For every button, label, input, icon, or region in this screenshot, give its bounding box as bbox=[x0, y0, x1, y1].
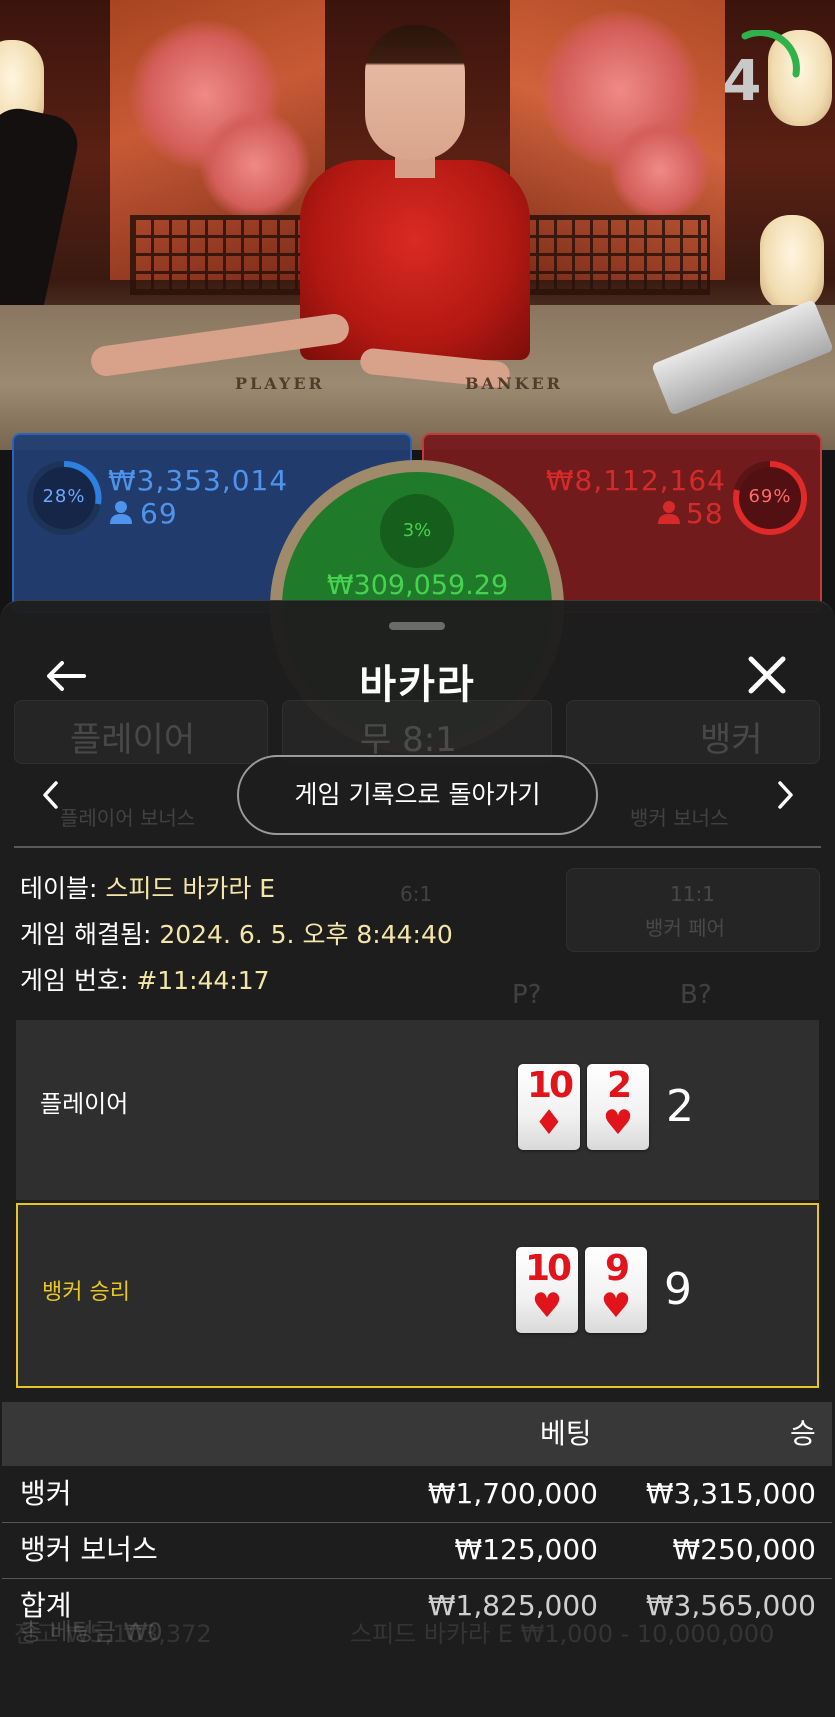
sheet-grabber[interactable] bbox=[389, 622, 445, 630]
player-percent: 28% bbox=[42, 486, 86, 507]
row-bet-amount: ₩1,700,000 bbox=[427, 1477, 598, 1510]
ghost-player: 플레이어 bbox=[70, 720, 196, 760]
info-resolved: 게임 해결됨: 2024. 6. 5. 오후 8:44:40 bbox=[20, 922, 453, 947]
row-win-amount: ₩250,000 bbox=[672, 1533, 816, 1566]
banker-score: 9 bbox=[664, 1264, 692, 1315]
banker-result-row bbox=[16, 1203, 819, 1388]
player-result-row bbox=[16, 1020, 819, 1200]
divider bbox=[14, 846, 821, 848]
player-score: 2 bbox=[666, 1081, 694, 1132]
table-label-banker: BANKER bbox=[465, 374, 563, 393]
tie-bet-amount: ₩309,059.29 bbox=[326, 570, 509, 601]
ghost-p-button: P? bbox=[512, 980, 542, 1010]
bets-table-header bbox=[2, 1402, 832, 1466]
header-win: 승 bbox=[790, 1417, 816, 1450]
ghost-game-limits: 스피드 바카라 E ₩1,000 - 10,000,000 bbox=[350, 1620, 775, 1648]
player-card-1: 10 ♦ bbox=[518, 1064, 580, 1150]
ghost-banker-pair-odds: 11:1 bbox=[670, 882, 715, 906]
info-game-number: 게임 번호: #11:44:17 bbox=[20, 968, 270, 993]
sheet-title: 바카라 bbox=[359, 662, 476, 708]
banker-percent: 69% bbox=[748, 486, 792, 507]
ghost-tie: 무 8:1 bbox=[360, 720, 457, 760]
ghost-balance: 잔고 ₩5,103,372 bbox=[14, 1620, 212, 1648]
player-user-icon bbox=[110, 500, 132, 524]
row-bet-name: 뱅커 보너스 bbox=[20, 1533, 158, 1566]
banker-user-icon bbox=[658, 500, 680, 524]
player-card-2: 2 ♥ bbox=[587, 1064, 649, 1150]
countdown-number: 4 bbox=[722, 49, 762, 114]
info-number-label: 게임 번호: bbox=[20, 966, 129, 995]
header-bet: 베팅 bbox=[540, 1417, 592, 1450]
ghost-banker-bonus: 뱅커 보너스 bbox=[630, 806, 729, 830]
row-bet-name: 뱅커 bbox=[20, 1477, 72, 1510]
info-table-value: 스피드 바카라 E bbox=[105, 874, 276, 903]
chevron-right-icon[interactable] bbox=[770, 775, 800, 815]
banker-card-2: 9 ♥ bbox=[585, 1247, 647, 1333]
tie-percent: 3% bbox=[380, 494, 454, 568]
info-resolved-value: 2024. 6. 5. 오후 8:44:40 bbox=[159, 920, 453, 949]
player-bettor-count: 69 bbox=[140, 497, 178, 530]
banker-card-1: 10 ♥ bbox=[516, 1247, 578, 1333]
banker-bettor-count: 58 bbox=[686, 497, 724, 530]
back-to-history-button[interactable]: 게임 기록으로 돌아가기 bbox=[237, 755, 598, 835]
player-result-label: 플레이어 bbox=[40, 1090, 129, 1118]
chevron-left-icon[interactable] bbox=[36, 775, 66, 815]
ghost-player-bonus: 플레이어 보너스 bbox=[60, 806, 196, 830]
info-table: 테이블: 스피드 바카라 E bbox=[20, 876, 275, 901]
table-label-player: PLAYER bbox=[235, 374, 325, 393]
live-video-feed: PLAYER BANKER bbox=[0, 0, 835, 450]
ghost-b-button: B? bbox=[680, 980, 712, 1010]
ghost-banker: 뱅커 bbox=[700, 720, 763, 760]
player-bet-amount: ₩3,353,014 bbox=[108, 464, 289, 497]
row-bet-amount: ₩125,000 bbox=[454, 1533, 598, 1566]
info-table-label: 테이블: bbox=[20, 874, 98, 903]
row-win-amount: ₩3,315,000 bbox=[645, 1477, 816, 1510]
ghost-perfect-pair-odds: 6:1 bbox=[400, 882, 433, 906]
banker-result-label: 뱅커 승리 bbox=[42, 1280, 130, 1305]
ghost-banker-pair: 뱅커 페어 bbox=[645, 916, 725, 940]
close-icon[interactable] bbox=[744, 652, 790, 698]
info-resolved-label: 게임 해결됨: bbox=[20, 920, 152, 949]
info-number-value: #11:44:17 bbox=[136, 966, 270, 995]
